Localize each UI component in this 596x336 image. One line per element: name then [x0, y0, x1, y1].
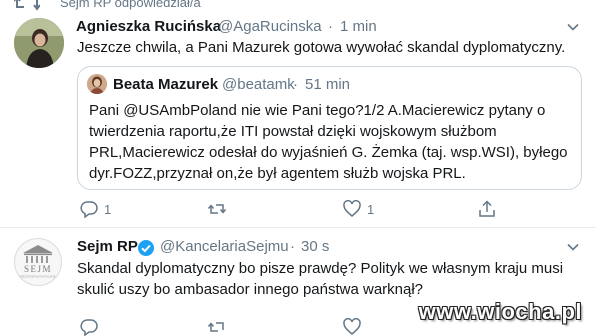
quoted-author-handle[interactable]: @beatamk: [222, 76, 295, 93]
reply-icon: [80, 201, 98, 218]
retweet-icon: [208, 204, 226, 214]
quoted-avatar: [87, 74, 107, 94]
separator-dot: ·: [293, 76, 298, 93]
reply-icon[interactable]: [80, 318, 98, 336]
share-icon: [479, 200, 495, 217]
retweet-icon: [14, 0, 40, 11]
tweet-divider: [0, 227, 596, 228]
separator-dot: ·: [328, 18, 333, 35]
author-handle[interactable]: @KancelariaSejmu: [160, 238, 289, 255]
reply-context-text[interactable]: Sejm RP odpowiedział/a: [60, 0, 201, 10]
separator-dot: ·: [290, 238, 295, 255]
avatar[interactable]: [14, 18, 64, 68]
logo-text: SEJM: [24, 264, 52, 274]
heart-icon: [343, 200, 361, 217]
author-name[interactable]: Agnieszka Rucińska: [76, 18, 221, 35]
like-button[interactable]: 1: [343, 200, 374, 218]
heart-icon[interactable]: [343, 318, 361, 336]
reply-button[interactable]: 1: [80, 200, 111, 218]
quoted-text-line: PRL,Macierewicz odesłał do wyjaśnień G. …: [89, 144, 568, 161]
watermark: www.wiocha.pl: [418, 299, 582, 324]
retweet-button[interactable]: [208, 200, 226, 218]
author-handle[interactable]: @AgaRucinska: [218, 18, 322, 35]
timestamp[interactable]: 1 min: [340, 18, 377, 35]
tweet-text: Jeszcze chwila, a Pani Mazurek gotowa wy…: [77, 39, 566, 56]
verified-badge-icon: [138, 240, 154, 256]
retweet-icon[interactable]: [208, 318, 226, 336]
chevron-down-icon[interactable]: [566, 240, 580, 254]
reply-count: 1: [104, 201, 112, 217]
avatar[interactable]: SEJM RZECZPOSPOLITEJ POLSKIEJ: [14, 238, 62, 286]
tweet-text-line: skulić uszy bo ambasador innego państwa …: [77, 281, 424, 298]
like-count: 1: [367, 201, 375, 217]
chevron-down-icon[interactable]: [566, 20, 580, 34]
quoted-text-line: twierdzenia raportu,że ITI powstał dzięk…: [89, 123, 497, 140]
quoted-text-line: Pani @USAmbPoland nie wie Pani tego?1/2 …: [89, 102, 546, 119]
quoted-timestamp[interactable]: 51 min: [305, 76, 350, 93]
quoted-text-line: dyr.FOZZ,przyznał on,że był agentem służ…: [89, 165, 466, 182]
timestamp[interactable]: 30 s: [301, 238, 329, 255]
author-name[interactable]: Sejm RP: [77, 238, 138, 255]
logo-subtext: RZECZPOSPOLITEJ POLSKIEJ: [19, 275, 57, 279]
tweet-text-line: Skandal dyplomatyczny bo pisze prawdę? P…: [77, 260, 564, 277]
quoted-author-name[interactable]: Beata Mazurek: [113, 76, 218, 93]
share-button[interactable]: [478, 200, 496, 218]
